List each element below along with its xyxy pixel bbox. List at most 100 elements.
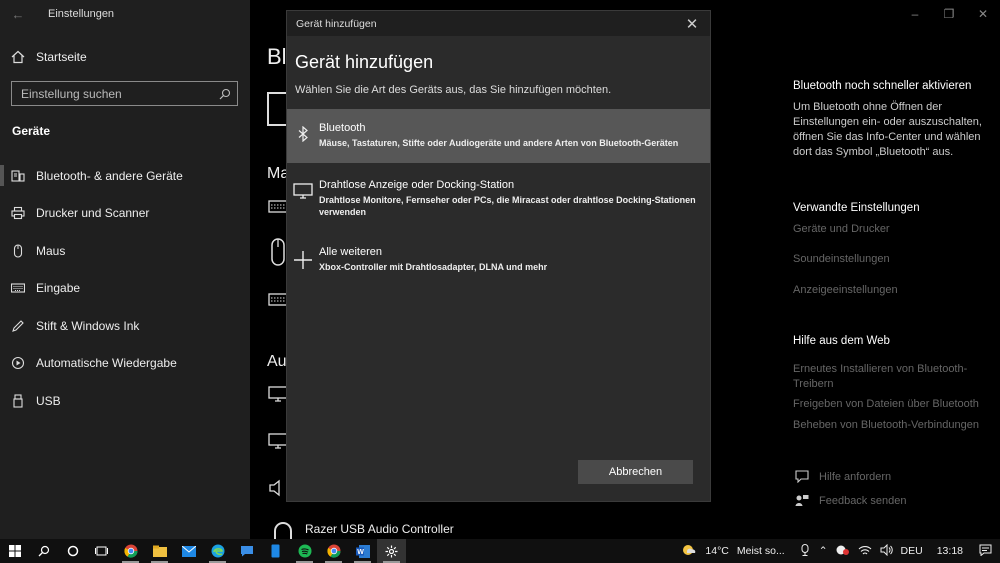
sidebar-item-bluetooth[interactable]: Bluetooth- & andere Geräte <box>0 157 250 195</box>
speaker-icon <box>268 479 288 502</box>
monitor-icon <box>287 179 319 199</box>
pen-icon <box>0 319 36 333</box>
app-titlebar: ← Einstellungen <box>0 0 250 28</box>
network-wifi-icon[interactable] <box>858 544 872 559</box>
monitor-icon <box>268 385 288 408</box>
link-display-settings[interactable]: Anzeigeeinstellungen <box>793 283 983 298</box>
link-reinstall-drivers[interactable]: Erneutes Installieren von Bluetooth-Trei… <box>793 362 973 392</box>
sidebar-item-printers[interactable]: Drucker und Scanner <box>0 195 250 233</box>
sidebar-item-label: Automatische Wiedergabe <box>36 356 177 371</box>
link-fix-connections[interactable]: Beheben von Bluetooth-Verbindungen <box>793 418 983 433</box>
sidebar-item-mouse[interactable]: Maus <box>0 232 250 270</box>
dialog-titlebar: Gerät hinzufügen ✕ <box>287 11 710 36</box>
antivirus-icon[interactable] <box>836 544 850 559</box>
chrome-icon-2[interactable] <box>319 539 348 563</box>
monitor-icon <box>268 432 288 455</box>
dialog-heading: Gerät hinzufügen <box>295 52 434 72</box>
search-input[interactable] <box>12 86 213 101</box>
sidebar: ← Einstellungen Startseite Geräte Blueto… <box>0 0 250 539</box>
link-sound-settings[interactable]: Soundeinstellungen <box>793 252 983 267</box>
link-share-files[interactable]: Freigeben von Dateien über Bluetooth <box>793 397 983 412</box>
search-box[interactable] <box>11 81 238 106</box>
task-view-icon[interactable] <box>87 539 116 563</box>
feedback-icon <box>793 494 811 507</box>
keyboard-icon <box>268 197 288 220</box>
keyboard-icon <box>268 290 288 313</box>
volume-icon[interactable] <box>880 543 893 559</box>
weather-temp[interactable]: 14°C <box>705 545 728 557</box>
meet-now-icon[interactable] <box>799 543 811 559</box>
settings-gear-icon[interactable] <box>377 539 406 563</box>
svg-text:W: W <box>357 549 364 556</box>
search-icon[interactable] <box>29 539 58 563</box>
printer-icon <box>0 206 36 220</box>
option-title: Alle weiteren <box>319 246 382 258</box>
notification-center-icon[interactable] <box>979 544 992 559</box>
sidebar-item-input[interactable]: Eingabe <box>0 270 250 308</box>
weather-text[interactable]: Meist so... <box>737 545 785 557</box>
language-indicator[interactable]: DEU <box>901 545 923 557</box>
section-title: Geräte <box>12 124 51 138</box>
home-link[interactable]: Startseite <box>0 45 250 69</box>
option-desc: Xbox-Controller mit Drahtlosadapter, DLN… <box>319 262 548 272</box>
help-request-link[interactable]: Hilfe anfordern <box>793 470 891 483</box>
link-devices-printers[interactable]: Geräte und Drucker <box>793 222 983 237</box>
option-desc: Mäuse, Tastaturen, Stifte oder Audiogerä… <box>319 138 679 148</box>
sidebar-item-label: Bluetooth- & andere Geräte <box>36 168 183 183</box>
messenger-icon[interactable] <box>232 539 261 563</box>
chat-help-icon <box>793 470 811 483</box>
sidebar-item-usb[interactable]: USB <box>0 382 250 420</box>
windows-start-icon[interactable] <box>0 539 29 563</box>
mouse-icon <box>0 244 36 258</box>
related-settings-title: Verwandte Einstellungen <box>793 202 920 214</box>
word-icon[interactable]: W <box>348 539 377 563</box>
keyboard-icon <box>0 281 36 295</box>
home-icon <box>0 50 36 64</box>
headset-icon <box>274 522 292 540</box>
mouse-icon <box>268 238 288 271</box>
feedback-link[interactable]: Feedback senden <box>793 494 906 507</box>
promo-title: Bluetooth noch schneller aktivieren <box>793 80 972 92</box>
search-icon[interactable] <box>213 88 237 100</box>
minimize-icon[interactable]: – <box>898 0 932 28</box>
option-desc: Drahtlose Monitore, Fernseher oder PCs, … <box>319 195 696 217</box>
close-icon[interactable]: ✕ <box>674 11 710 36</box>
app-title: Einstellungen <box>48 8 115 20</box>
option-title: Bluetooth <box>319 122 366 134</box>
help-request-label: Hilfe anfordern <box>819 470 892 483</box>
edge-icon[interactable] <box>203 539 232 563</box>
back-arrow-icon[interactable]: ← <box>0 0 36 28</box>
maximize-icon[interactable]: ❐ <box>932 0 966 28</box>
chrome-icon[interactable] <box>116 539 145 563</box>
sidebar-item-autoplay[interactable]: Automatische Wiedergabe <box>0 345 250 383</box>
taskbar: W 14°C Meist so... ⌃ DEU 13:18 <box>0 539 1000 563</box>
device-label: Razer USB Audio Controller <box>305 522 454 536</box>
mail-icon[interactable] <box>174 539 203 563</box>
spotify-icon[interactable] <box>290 539 319 563</box>
file-explorer-icon[interactable] <box>145 539 174 563</box>
cancel-button[interactable]: Abbrechen <box>578 460 693 484</box>
home-label: Startseite <box>36 50 87 64</box>
phone-icon[interactable] <box>261 539 290 563</box>
option-wireless-display[interactable]: Drahtlose Anzeige oder Docking-Station D… <box>287 179 710 229</box>
bluetooth-icon <box>287 122 319 142</box>
sidebar-item-label: Stift & Windows Ink <box>36 318 140 333</box>
cortana-icon[interactable] <box>58 539 87 563</box>
autoplay-icon <box>0 356 36 370</box>
usb-icon <box>0 394 36 408</box>
page-title: Bl <box>267 44 287 69</box>
weather-icon[interactable] <box>681 543 697 560</box>
promo-text: Um Bluetooth ohne Öffnen der Einstellung… <box>793 101 982 158</box>
sidebar-item-pen[interactable]: Stift & Windows Ink <box>0 307 250 345</box>
option-bluetooth[interactable]: Bluetooth Mäuse, Tastaturen, Stifte oder… <box>287 109 710 163</box>
sidebar-item-label: Eingabe <box>36 281 81 296</box>
plus-icon <box>287 246 319 270</box>
feedback-label: Feedback senden <box>819 494 907 507</box>
sidebar-item-label: Drucker und Scanner <box>36 206 150 221</box>
sidebar-item-label: Maus <box>36 243 66 258</box>
nav-list: Bluetooth- & andere Geräte Drucker und S… <box>0 157 250 420</box>
clock[interactable]: 13:18 <box>937 545 963 557</box>
tray-overflow-icon[interactable]: ⌃ <box>819 545 828 557</box>
option-all-others[interactable]: Alle weiteren Xbox-Controller mit Drahtl… <box>287 246 710 276</box>
close-window-icon[interactable]: ✕ <box>966 0 1000 28</box>
